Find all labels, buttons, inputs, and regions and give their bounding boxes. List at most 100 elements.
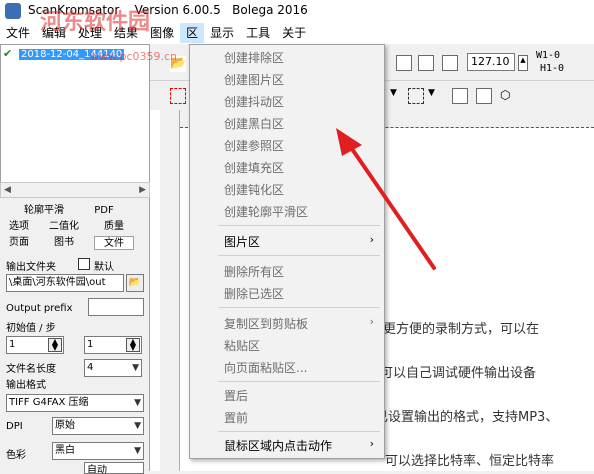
width-indicator: W1-0 [536,50,561,61]
doc-text-line-3: 己设置输出的格式，支持MP3、 [375,410,559,425]
height-indicator: H1-0 [540,63,565,74]
menu-separator [218,307,380,308]
tab-options[interactable]: 选项 [4,220,34,234]
menu-paste-zones[interactable]: 粘贴区 [224,337,260,354]
tab-file[interactable]: 文件 [94,236,134,250]
folder-open-icon: 📂 [128,277,142,288]
menu-paste-to-page[interactable]: 向页面粘贴区... [224,359,307,376]
submenu-arrow-icon: › [369,233,374,246]
menu-bring-front[interactable]: 置前 [224,409,248,426]
output-format-value: TIFF G4FAX 压缩 [9,397,89,408]
rotate-left-icon[interactable] [418,55,434,71]
dpi-label: DPI [6,421,23,432]
menu-create-blunt-zone[interactable]: 创建钝化区 [224,181,284,198]
app-icon [5,3,21,19]
output-prefix-field[interactable] [88,298,144,316]
menu-create-fill-zone[interactable]: 创建填充区 [224,159,284,176]
zoom-field[interactable]: 127.10 [467,53,515,71]
output-format-label: 输出格式 [6,380,46,391]
tab-quality[interactable]: 质量 [94,220,134,234]
tab-book[interactable]: 图书 [34,236,94,250]
dropdown-arrow-icon[interactable]: ▼ [428,88,444,104]
chevron-down-icon: ▼ [132,363,139,373]
dropdown-arrow-icon[interactable]: ▼ [390,88,406,104]
menu-copy-zones[interactable]: 复制区到剪贴板 [224,315,308,332]
menu-file[interactable]: 文件 [0,23,36,43]
page-up-icon[interactable] [476,88,492,104]
menu-mouse-click-action[interactable]: 鼠标区域内点击动作 [224,437,332,454]
step-spin-icon[interactable]: ▲ ▼ [126,338,140,352]
name-length-label: 文件名长度 [6,364,56,375]
start-spin-icon[interactable]: ▲ ▼ [48,338,62,352]
title-bar: ScanKromsator Version 6.00.5 Bolega 2016 [0,0,594,22]
menu-about[interactable]: 关于 [276,23,312,43]
tab-row-3: 页面 图书 文件 [4,236,146,250]
scroll-right-icon[interactable]: ▶ [139,185,146,195]
menu-tools[interactable]: 工具 [240,23,276,43]
menu-picture-zone[interactable]: 图片区 [224,233,260,250]
menu-result[interactable]: 结果 [108,23,144,43]
polygon-zone-icon[interactable]: ⬡ [500,88,516,104]
menu-create-dither-zone[interactable]: 创建抖动区 [224,93,284,110]
dashed-zone-icon[interactable] [408,88,424,104]
output-prefix-label: Output prefix [6,303,73,314]
horizontal-scrollbar[interactable]: ◀ ▶ [0,182,150,198]
menu-separator [218,225,380,226]
doc-text-line-4: 可以选择比特率、恒定比特率 [385,454,555,469]
menu-delete-all-zones[interactable]: 删除所有区 [224,263,284,280]
chevron-down-icon: ▼ [134,446,141,456]
tab-binarize[interactable]: 二值化 [34,220,94,234]
menu-create-reference-zone[interactable]: 创建参照区 [224,137,284,154]
file-list[interactable]: ✔ 2018-12-04_144140 [0,44,150,184]
step-value-field[interactable]: 1 ▲ ▼ [84,336,142,354]
zoom-spin-icon[interactable]: ▲ [518,55,528,71]
window-title: ScanKromsator Version 6.00.5 Bolega 2016 [28,3,308,17]
page-icon[interactable] [396,55,412,71]
output-format-select[interactable]: TIFF G4FAX 压缩 ▼ [6,394,144,412]
default-checkbox[interactable] [78,258,90,270]
menu-zone[interactable]: 区 [180,23,205,43]
tab-pdf[interactable]: PDF [84,204,124,218]
dpi-value: 原始 [55,420,75,431]
submenu-arrow-icon: › [369,437,374,450]
output-folder-field[interactable]: \桌面\河东软件园\out [6,274,124,292]
name-length-select[interactable]: 4 ▼ [84,359,142,377]
chevron-down-icon: ▼ [134,421,141,431]
menu-create-smooth-zone[interactable]: 创建轮廓平滑区 [224,203,308,220]
menu-image[interactable]: 图像 [144,23,180,43]
submenu-arrow-icon: › [369,315,374,328]
tab-row-1: 轮廓平滑 PDF [4,204,146,218]
bottom-select[interactable]: 自动 [84,462,144,474]
zone-menu-dropdown: 创建排除区 创建图片区 创建抖动区 创建黑白区 创建参照区 创建填充区 创建钝化… [189,44,385,459]
vertical-ruler[interactable] [160,110,180,471]
name-length-value: 4 [87,362,94,373]
step-value: 1 [87,339,94,350]
start-value: 1 [9,339,16,350]
start-value-field[interactable]: 1 ▲ ▼ [6,336,64,354]
rotate-right-icon[interactable] [442,55,458,71]
browse-folder-button[interactable]: 📂 [126,274,144,292]
menu-send-back[interactable]: 置后 [224,387,248,404]
open-folder-icon[interactable]: 📂 [170,56,186,72]
menu-separator [218,381,380,382]
menu-create-picture-zone[interactable]: 创建图片区 [224,71,284,88]
page-down-icon[interactable] [452,88,468,104]
dpi-select[interactable]: 原始 ▼ [52,417,144,435]
default-label: 默认 [94,262,114,273]
file-list-item[interactable]: ✔ 2018-12-04_144140 [3,47,148,61]
menu-delete-selected-zones[interactable]: 删除已选区 [224,285,284,302]
doc-text-line-1: 供更方便的录制方式，可以在 [370,322,540,337]
tab-contour-smooth[interactable]: 轮廓平滑 [4,204,84,218]
scroll-left-icon[interactable]: ◀ [4,185,11,195]
tab-page[interactable]: 页面 [4,236,34,250]
menu-create-exclude-zone[interactable]: 创建排除区 [224,49,284,66]
menu-separator [218,431,380,432]
select-zone-icon[interactable] [170,88,186,104]
menu-process[interactable]: 处理 [72,23,108,43]
menu-edit[interactable]: 编辑 [36,23,72,43]
chevron-down-icon: ▼ [134,398,141,408]
menu-view[interactable]: 显示 [204,23,240,43]
tab-row-2: 选项 二值化 质量 [4,220,146,234]
menu-create-bw-zone[interactable]: 创建黑白区 [224,115,284,132]
color-select[interactable]: 黑白 ▼ [52,442,144,460]
